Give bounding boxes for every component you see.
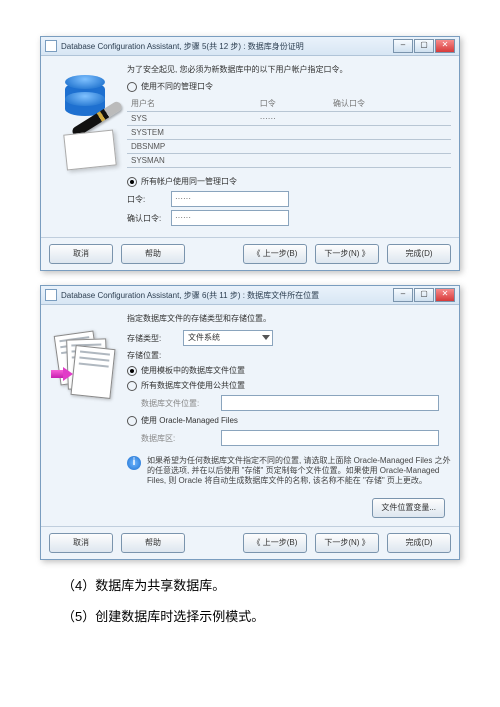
window-title: Database Configuration Assistant, 步骤 5(共…: [61, 41, 304, 52]
db-file-loc-input[interactable]: [221, 395, 439, 411]
close-button[interactable]: ✕: [435, 39, 455, 53]
option-label: 所有数据库文件使用公共位置: [141, 380, 245, 391]
table-row: DBSNMP: [127, 140, 451, 154]
option-omf[interactable]: 使用 Oracle-Managed Files: [127, 415, 451, 426]
hint-text: 指定数据库文件的存储类型和存储位置。: [127, 313, 451, 324]
radio-icon: [127, 366, 137, 376]
maximize-button[interactable]: ▢: [414, 39, 434, 53]
help-button[interactable]: 帮助: [121, 244, 185, 264]
back-button[interactable]: 《 上一步(B): [243, 244, 307, 264]
option-label: 使用 Oracle-Managed Files: [141, 415, 238, 426]
storage-location-label: 存储位置:: [127, 350, 451, 361]
minimize-button[interactable]: –: [393, 288, 413, 302]
table-row: SYS ······: [127, 112, 451, 126]
option-common-location[interactable]: 所有数据库文件使用公共位置: [127, 380, 451, 391]
db-area-input[interactable]: [221, 430, 439, 446]
dialog-footer: 取消 帮助 《 上一步(B) 下一步(N) 》 完成(D): [41, 237, 459, 270]
option-label: 使用模板中的数据库文件位置: [141, 365, 245, 376]
wizard-side-graphic: [49, 62, 121, 229]
dbca-step5-dialog: Database Configuration Assistant, 步骤 5(共…: [40, 36, 460, 271]
finish-button[interactable]: 完成(D): [387, 533, 451, 553]
cancel-button[interactable]: 取消: [49, 533, 113, 553]
doc-line-5: （5）创建数据库时选择示例模式。: [62, 605, 460, 628]
dbca-step6-dialog: Database Configuration Assistant, 步骤 6(共…: [40, 285, 460, 560]
help-button[interactable]: 帮助: [121, 533, 185, 553]
password-label: 口令:: [127, 194, 165, 205]
db-area-label: 数据库区:: [141, 433, 215, 444]
password-table: 用户名 口令 确认口令 SYS ······ SYSTEM DBSNMP: [127, 96, 451, 168]
info-icon: i: [127, 456, 141, 470]
confirm-password-input[interactable]: ······: [171, 210, 289, 226]
option-different-passwords[interactable]: 使用不同的管理口令: [127, 81, 451, 92]
radio-icon: [127, 381, 137, 391]
radio-icon: [127, 177, 137, 187]
option-label: 所有帐户使用同一管理口令: [141, 176, 237, 187]
info-text: 如果希望为任何数据库文件指定不同的位置, 请选取上面除 Oracle-Manag…: [147, 456, 451, 486]
finish-button[interactable]: 完成(D): [387, 244, 451, 264]
col-user: 用户名: [127, 96, 256, 112]
titlebar: Database Configuration Assistant, 步骤 6(共…: [41, 286, 459, 305]
col-pw: 口令: [256, 96, 329, 112]
radio-icon: [127, 82, 137, 92]
dialog-footer: 取消 帮助 《 上一步(B) 下一步(N) 》 完成(D): [41, 526, 459, 559]
doc-line-4: （4）数据库为共享数据库。: [62, 574, 460, 597]
table-row: SYSMAN: [127, 154, 451, 168]
minimize-button[interactable]: –: [393, 39, 413, 53]
option-template-location[interactable]: 使用模板中的数据库文件位置: [127, 365, 451, 376]
col-pw2: 确认口令: [329, 96, 451, 112]
app-icon: [45, 40, 57, 52]
window-title: Database Configuration Assistant, 步骤 6(共…: [61, 290, 319, 301]
maximize-button[interactable]: ▢: [414, 288, 434, 302]
option-label: 使用不同的管理口令: [141, 81, 213, 92]
info-box: i 如果希望为任何数据库文件指定不同的位置, 请选取上面除 Oracle-Man…: [127, 454, 451, 488]
app-icon: [45, 289, 57, 301]
confirm-password-label: 确认口令:: [127, 213, 165, 224]
cancel-button[interactable]: 取消: [49, 244, 113, 264]
next-button[interactable]: 下一步(N) 》: [315, 244, 379, 264]
hint-text: 为了安全起见, 您必须为新数据库中的以下用户帐户指定口令。: [127, 64, 451, 75]
password-input[interactable]: ······: [171, 191, 289, 207]
option-same-password[interactable]: 所有帐户使用同一管理口令: [127, 176, 451, 187]
arrow-icon: [51, 367, 73, 381]
close-button[interactable]: ✕: [435, 288, 455, 302]
radio-icon: [127, 416, 137, 426]
storage-type-combo[interactable]: 文件系统: [183, 330, 273, 346]
wizard-side-graphic: [49, 311, 121, 518]
back-button[interactable]: 《 上一步(B): [243, 533, 307, 553]
file-location-vars-button[interactable]: 文件位置变量...: [372, 498, 445, 518]
titlebar: Database Configuration Assistant, 步骤 5(共…: [41, 37, 459, 56]
storage-type-label: 存储类型:: [127, 333, 177, 344]
db-file-loc-label: 数据库文件位置:: [141, 398, 215, 409]
next-button[interactable]: 下一步(N) 》: [315, 533, 379, 553]
table-row: SYSTEM: [127, 126, 451, 140]
